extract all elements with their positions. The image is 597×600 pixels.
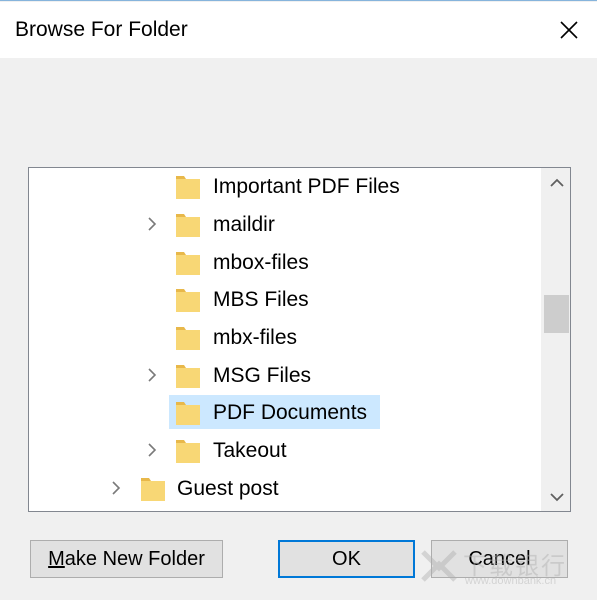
folder-icon	[141, 478, 165, 501]
tree-item-guest-post[interactable]: Guest post	[29, 471, 541, 505]
title-bar: Browse For Folder	[0, 2, 597, 58]
close-icon	[560, 21, 578, 39]
scroll-up-button[interactable]	[542, 168, 570, 197]
tree-item-label: mbox-files	[213, 251, 309, 274]
tree-item-pdf-documents[interactable]: PDF Documents	[29, 395, 541, 429]
folder-icon	[176, 327, 200, 350]
dialog-title: Browse For Folder	[15, 18, 188, 41]
tree-item-label: MBS Files	[213, 288, 309, 311]
tree-item-label: maildir	[213, 213, 275, 236]
folder-icon	[176, 440, 200, 463]
scroll-thumb[interactable]	[544, 295, 569, 333]
tree-item-label: Important PDF Files	[213, 175, 400, 198]
chevron-right-icon[interactable]	[109, 481, 123, 495]
browse-for-folder-dialog: Browse For Folder Important PDF Files ma…	[0, 0, 597, 600]
folder-icon	[176, 289, 200, 312]
tree-item-takeout[interactable]: Takeout	[29, 433, 541, 467]
vertical-scrollbar[interactable]	[541, 168, 570, 511]
folder-icon	[176, 402, 200, 425]
folder-icon	[176, 252, 200, 275]
chevron-down-icon	[549, 492, 564, 501]
button-label: OK	[332, 547, 361, 570]
tree-item-mbs-files[interactable]: MBS Files	[29, 282, 541, 316]
ok-button[interactable]: OK	[278, 540, 415, 578]
folder-icon	[176, 214, 200, 237]
tree-item-label: MSG Files	[213, 364, 312, 387]
chevron-up-icon	[549, 178, 564, 187]
tree-item-label: Guest post	[177, 477, 279, 500]
button-label: ake New Folder	[64, 547, 205, 570]
chevron-right-icon[interactable]	[145, 368, 159, 382]
scroll-down-button[interactable]	[542, 482, 570, 511]
make-new-folder-button[interactable]: Make New Folder	[30, 540, 223, 578]
tree-item-label: mbx-files	[213, 326, 298, 349]
tree-item-important-pdf-files[interactable]: Important PDF Files	[29, 169, 541, 203]
tree-item-mbox-files[interactable]: mbox-files	[29, 245, 541, 279]
tree-item-msg-files[interactable]: MSG Files	[29, 358, 541, 392]
folder-icon	[176, 365, 200, 388]
tree-item-label: PDF Documents	[213, 401, 368, 424]
folder-tree[interactable]: Important PDF Files maildir mbox-files M…	[28, 167, 571, 512]
close-button[interactable]	[541, 2, 597, 58]
tree-item-maildir[interactable]: maildir	[29, 207, 541, 241]
access-key-letter: M	[48, 547, 65, 570]
watermark-logo-icon	[421, 550, 457, 582]
tree-item-mbx-files[interactable]: mbx-files	[29, 320, 541, 354]
chevron-right-icon[interactable]	[145, 443, 159, 457]
folder-icon	[176, 176, 200, 199]
watermark-url: www.downbank.cn	[465, 575, 557, 587]
chevron-right-icon[interactable]	[145, 217, 159, 231]
tree-item-label: Takeout	[213, 439, 287, 462]
watermark: 下载银行 www.downbank.cn	[419, 542, 589, 592]
